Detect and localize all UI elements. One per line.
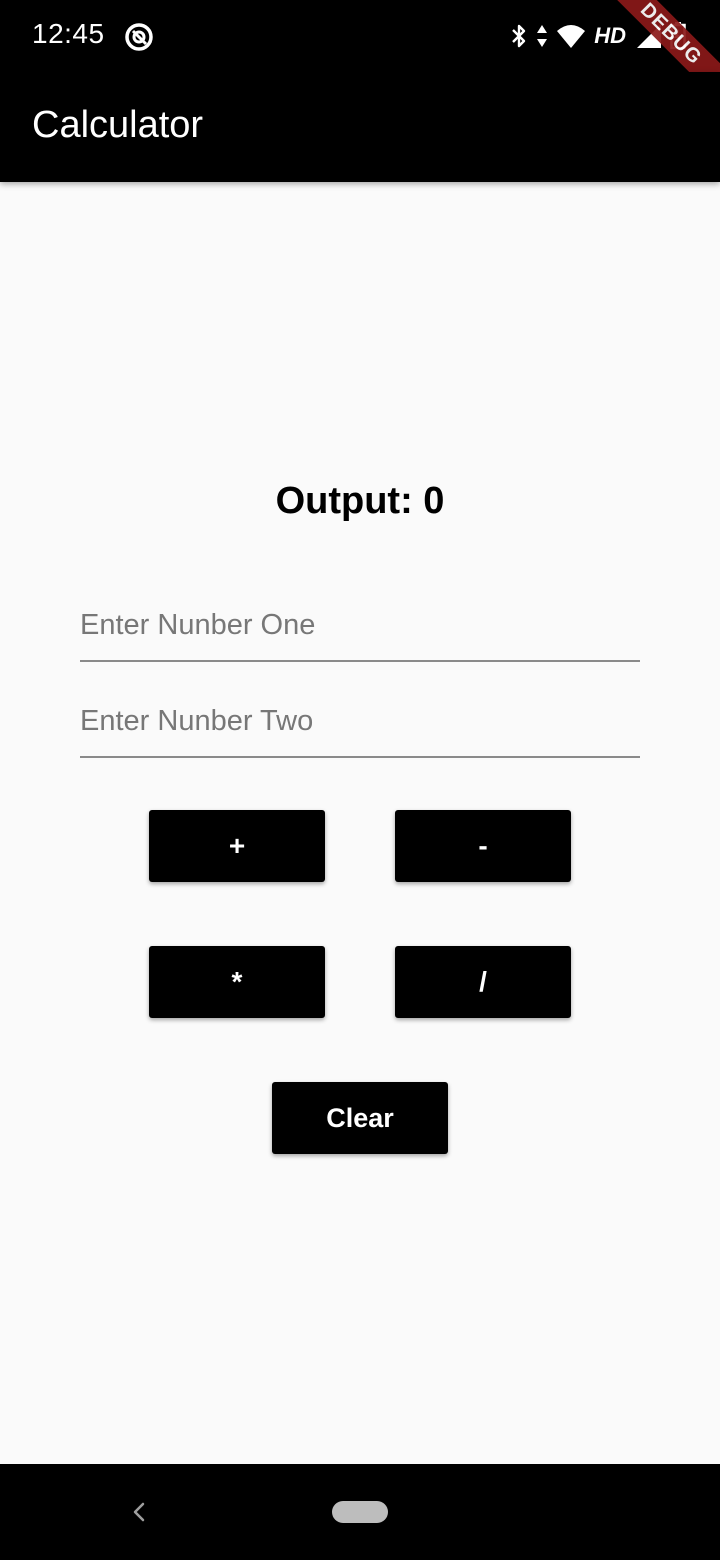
hd-label: HD (594, 23, 626, 48)
home-pill-icon[interactable] (332, 1501, 388, 1523)
app-bar: Calculator (0, 72, 720, 182)
number-two-input[interactable] (80, 686, 640, 756)
minus-button[interactable]: - (395, 810, 571, 882)
number-one-field[interactable] (80, 590, 640, 662)
number-two-field[interactable] (80, 686, 640, 758)
number-one-input[interactable] (80, 590, 640, 660)
back-icon[interactable] (126, 1498, 152, 1526)
app-title: Calculator (32, 104, 204, 146)
status-bar: 12:45 HD (0, 0, 720, 72)
plus-button[interactable]: + (149, 810, 325, 882)
data-arrows-icon (537, 25, 548, 47)
bluetooth-icon (512, 24, 526, 48)
multiply-button[interactable]: * (149, 946, 325, 1018)
app-notification-icon (125, 23, 153, 51)
wifi-icon (557, 25, 586, 48)
navigation-bar (0, 1464, 720, 1560)
output-label: Output: 0 (275, 480, 445, 522)
divide-button[interactable]: / (395, 946, 571, 1018)
clear-button[interactable]: Clear (272, 1082, 448, 1154)
status-time: 12:45 (32, 18, 105, 49)
